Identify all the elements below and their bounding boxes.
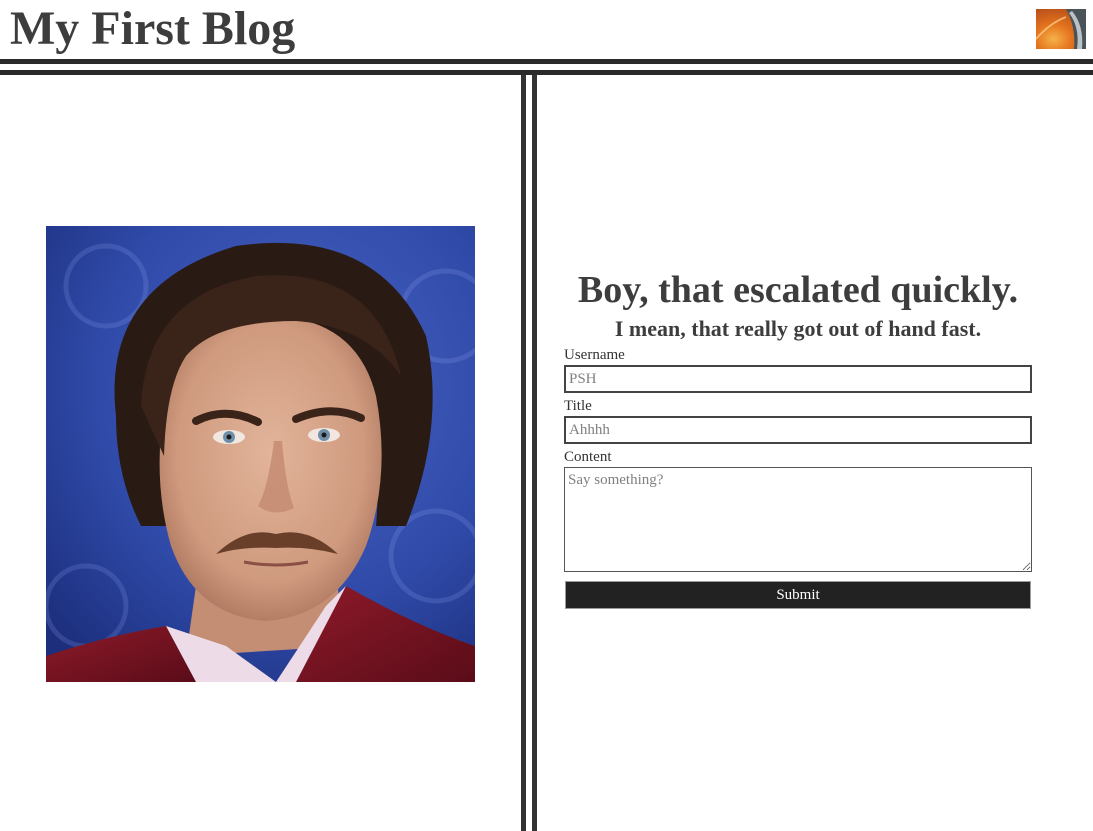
site-header: My First Blog (0, 0, 1093, 58)
content-label: Content (564, 449, 612, 465)
column-divider-left (521, 75, 526, 831)
portrait-photo (46, 226, 475, 682)
form-subheadline: I mean, that really got out of hand fast… (614, 316, 982, 341)
header-rule-top (0, 59, 1093, 64)
title-label: Title (564, 398, 592, 414)
username-input[interactable] (564, 365, 1032, 393)
column-divider-right (532, 75, 537, 831)
header-rule-bottom (0, 70, 1093, 75)
submit-button[interactable]: Submit (565, 581, 1031, 609)
site-title[interactable]: My First Blog (10, 0, 295, 58)
form-headline: Boy, that escalated quickly. (577, 269, 1019, 311)
title-input[interactable] (564, 416, 1032, 444)
blog-logo-icon[interactable] (1036, 9, 1086, 49)
content-textarea[interactable] (564, 467, 1032, 572)
post-form: Boy, that escalated quickly. I mean, tha… (564, 266, 1032, 609)
username-label: Username (564, 347, 625, 363)
